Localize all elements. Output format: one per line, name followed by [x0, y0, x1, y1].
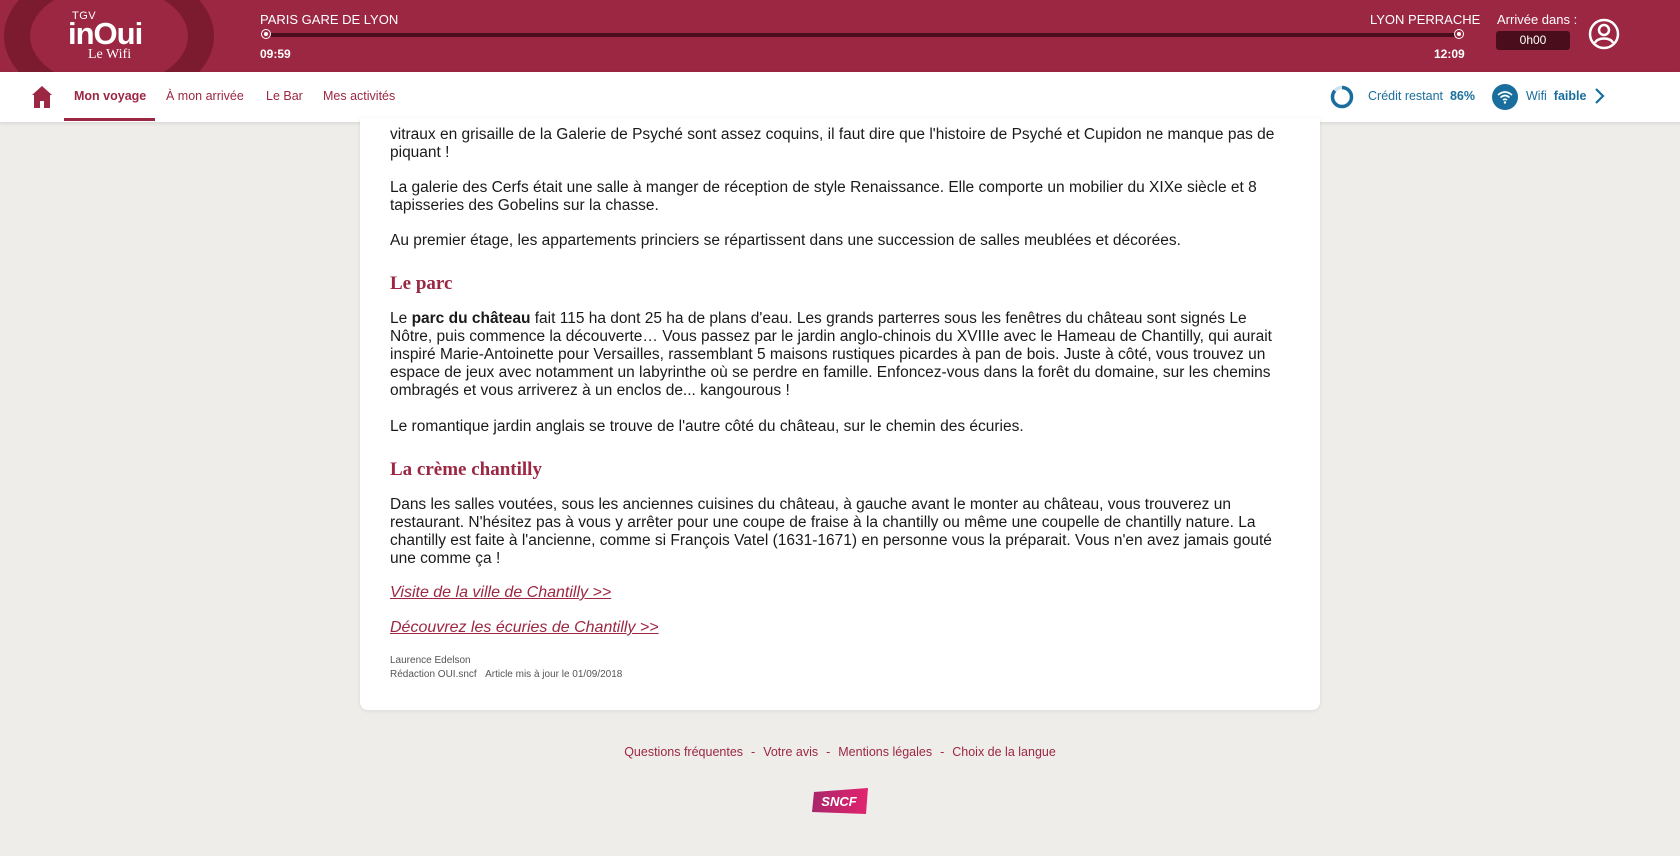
footer-separator: - [751, 745, 756, 759]
credit-label: Crédit restant [1368, 89, 1444, 103]
wifi-status[interactable]: Wifi faible [1526, 89, 1586, 103]
footer-link-faq[interactable]: Questions fréquentes [624, 745, 743, 759]
wifi-strength: faible [1553, 89, 1587, 103]
paragraph-creme: Dans les salles voutées, sous les ancien… [390, 496, 1272, 567]
paragraph-parc: Le parc du château fait 115 ha dont 25 h… [390, 310, 1290, 400]
main-nav: Mon voyage À mon arrivée Le Bar Mes acti… [0, 72, 1680, 123]
wifi-label: Wifi [1526, 89, 1547, 103]
departure-station: PARIS GARE DE LYON [260, 12, 399, 27]
parc-text-start: Le [390, 310, 412, 327]
sncf-logo-text: SNCF [821, 794, 857, 809]
wifi-badge [1492, 84, 1518, 110]
credit-ring-icon [1330, 85, 1354, 109]
footer-separator: - [826, 745, 831, 759]
paragraph-intro: vitraux en grisaille de la Galerie de Ps… [390, 126, 1275, 161]
link-visite-ville[interactable]: Visite de la ville de Chantilly >> [390, 584, 611, 602]
arrival-station: LYON PERRACHE [1370, 12, 1481, 27]
nav-tab-mes-activites[interactable]: Mes activités [323, 89, 395, 103]
logo-subtitle: Le Wifi [88, 47, 132, 62]
heading-creme-chantilly: La crème chantilly [390, 459, 542, 480]
sncf-logo: SNCF [812, 788, 868, 814]
journey-progress-track [266, 33, 1458, 37]
nav-tab-le-bar[interactable]: Le Bar [266, 89, 303, 103]
footer-link-votre-avis[interactable]: Votre avis [763, 745, 818, 759]
wifi-icon [1497, 91, 1513, 104]
credit-value: 86% [1449, 89, 1476, 103]
departure-time: 09:59 [260, 47, 291, 61]
updated-label: Article mis à jour le 01/09/2018 [485, 669, 623, 680]
heading-le-parc: Le parc [390, 273, 453, 294]
user-account-icon[interactable] [1588, 18, 1620, 50]
footer-link-mentions-legales[interactable]: Mentions légales [838, 745, 932, 759]
redaction-label: Rédaction OUI.sncf [390, 669, 477, 680]
link-ecuries[interactable]: Découvrez les écuries de Chantilly >> [390, 619, 659, 637]
home-icon[interactable] [31, 85, 53, 109]
footer-links: Questions fréquentes - Votre avis - Mentions… [0, 745, 1680, 759]
paragraph-jardin-anglais: Le romantique jardin anglais se trouve d… [390, 418, 1024, 435]
paragraph-galerie-cerfs: La galerie des Cerfs était une salle à m… [390, 179, 1257, 214]
arrival-in-value: 0h00 [1496, 31, 1570, 50]
nav-tab-a-mon-arrivee[interactable]: À mon arrivée [166, 89, 244, 103]
top-bar: TGV inOui Le Wifi PARIS GARE DE LYON 09:… [0, 0, 1680, 72]
footer-link-choix-langue[interactable]: Choix de la langue [952, 745, 1056, 759]
parc-du-chateau-bold: parc du château [411, 310, 531, 327]
article-meta: Rédaction OUI.sncf Article mis à jour le… [390, 669, 622, 680]
chevron-right-icon[interactable] [1593, 86, 1607, 106]
credit-remaining[interactable]: Crédit restant 86% [1368, 89, 1475, 103]
arrival-in-label: Arrivée dans : [1497, 12, 1578, 27]
footer-separator: - [940, 745, 945, 759]
departure-marker [261, 29, 271, 39]
arrival-marker [1454, 29, 1464, 39]
article-card: vitraux en grisaille de la Galerie de Ps… [360, 118, 1320, 710]
nav-tab-mon-voyage[interactable]: Mon voyage [74, 89, 146, 103]
arrival-time: 12:09 [1434, 47, 1465, 61]
article-author: Laurence Edelson [390, 655, 471, 666]
active-tab-indicator [64, 118, 155, 121]
paragraph-premier-etage: Au premier étage, les appartements princ… [390, 232, 1181, 249]
